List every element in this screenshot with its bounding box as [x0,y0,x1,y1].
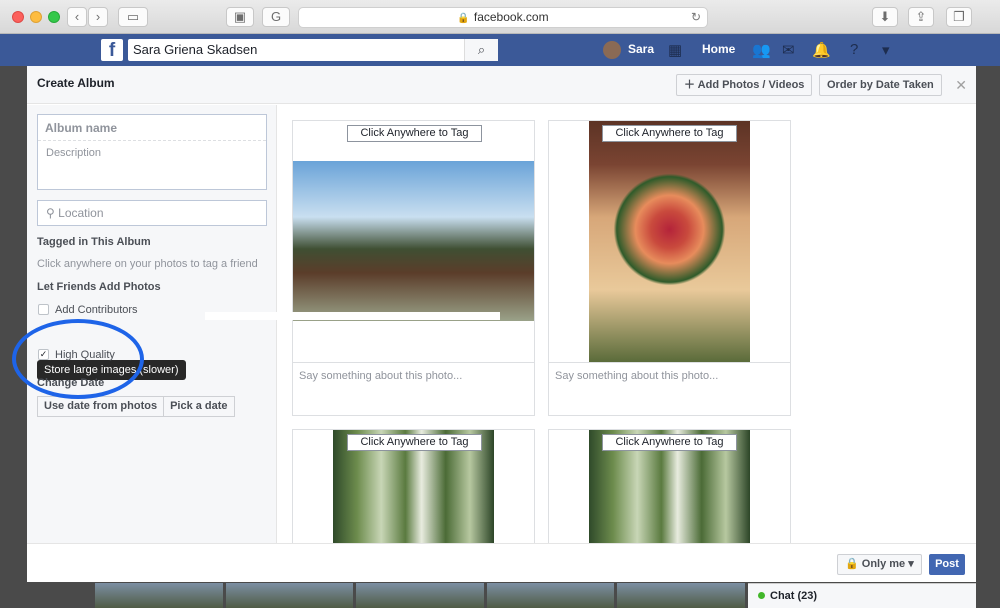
tag-button[interactable]: Click Anywhere to Tag [347,434,482,451]
chat-bar[interactable]: Chat (23) [748,583,976,608]
tag-button[interactable]: Click Anywhere to Tag [602,125,737,142]
order-by-date-button[interactable]: Order by Date Taken [819,74,942,96]
notifications-icon[interactable]: 🔔 [812,41,831,59]
post-button[interactable]: Post [929,554,965,575]
avatar[interactable] [603,41,621,59]
album-name-input[interactable]: Album name [45,121,117,135]
downloads-icon[interactable]: ⬇ [872,7,898,27]
privacy-selector[interactable]: 🔒 Only me ▾ [837,554,922,575]
account-menu-icon[interactable]: ▾ [882,41,890,59]
divider [38,140,266,141]
share-icon[interactable]: ⇪ [908,7,934,27]
forward-button[interactable]: › [88,7,108,27]
high-quality-checkbox[interactable]: ✓ [38,349,49,360]
search-icon[interactable]: ⌕ [464,39,498,61]
close-icon[interactable]: ✕ [955,77,967,94]
photo[interactable] [589,121,750,362]
browser-toolbar: ‹ › ▭ ▣ G 🔒 facebook.com ↻ ⬇ ⇪ ❐ [0,0,1000,34]
dialog-footer: 🔒 Only me ▾ Post [27,543,976,582]
plus-icon: ＋ [684,79,695,91]
facebook-header: f Sara Griena Skadsen ⌕ Sara ▦ Home 👥 ✉ … [0,34,1000,66]
friend-requests-icon[interactable]: 👥 [752,41,771,59]
profile-link[interactable]: Sara [628,42,654,56]
caption-input[interactable]: Say something about this photo... [293,362,534,414]
tagged-heading: Tagged in This Album [37,236,151,248]
friends-heading: Let Friends Add Photos [37,281,161,293]
create-icon[interactable]: ▦ [668,41,682,59]
add-photos-button[interactable]: ＋ Add Photos / Videos [676,74,813,96]
use-date-from-photos-button[interactable]: Use date from photos [37,396,165,417]
album-settings-panel: Album name Description ⚲ Location Tagged… [27,105,277,543]
photo-card: Click Anywhere to Tag Say something abou… [292,120,535,416]
tag-button[interactable]: Click Anywhere to Tag [602,434,737,451]
back-button[interactable]: ‹ [67,7,87,27]
tagged-hint: Click anywhere on your photos to tag a f… [37,258,258,270]
reload-icon[interactable]: ↻ [691,8,701,27]
dialog-title: Create Album [37,76,115,90]
window-maximize-button[interactable] [48,11,60,23]
window-close-button[interactable] [12,11,24,23]
contributors-checkbox[interactable] [38,304,49,315]
location-input[interactable]: ⚲ Location [37,200,267,226]
facebook-logo-icon[interactable]: f [101,39,123,61]
privacy-icon[interactable]: ▣ [226,7,254,27]
lock-icon: 🔒 [845,558,859,570]
home-link[interactable]: Home [702,42,735,56]
contributors-label: Add Contributors [55,304,138,316]
chevron-down-icon: ▾ [908,558,914,570]
address-bar[interactable]: 🔒 facebook.com ↻ [298,7,708,28]
url-text: facebook.com [473,10,549,24]
sidebar-toggle-icon[interactable]: ▭ [118,7,148,27]
dialog-header: Create Album ＋ Add Photos / Videos Order… [27,66,976,104]
pick-date-button[interactable]: Pick a date [164,396,235,417]
album-name-field[interactable]: Album name Description [37,114,267,190]
window-minimize-button[interactable] [30,11,42,23]
online-status-icon [758,592,765,599]
background-photo-strip [95,583,745,608]
help-icon[interactable]: ? [850,41,858,58]
photo-grid: Click Anywhere to Tag Say something abou… [277,105,976,543]
messenger-icon[interactable]: ✉ [782,41,795,59]
caption-input[interactable]: Say something about this photo... [549,362,790,414]
photo[interactable] [293,161,534,321]
photo-card: Click Anywhere to Tag [548,429,791,543]
overlay-strip [205,312,500,320]
high-quality-label: High Quality [55,349,115,361]
description-input[interactable]: Description [46,147,101,159]
extension-icon[interactable]: G [262,7,290,27]
tabs-icon[interactable]: ❐ [946,7,972,27]
date-button-group: Use date from photos Pick a date [37,396,235,417]
create-album-dialog: Create Album ＋ Add Photos / Videos Order… [12,66,976,582]
photo-card: Click Anywhere to Tag [292,429,535,543]
location-pin-icon: ⚲ [46,206,55,220]
search-input[interactable]: Sara Griena Skadsen [128,39,498,61]
change-date-heading: Change Date [37,377,105,389]
photo-card: Click Anywhere to Tag Say something abou… [548,120,791,416]
chat-label: Chat (23) [770,590,818,602]
tag-button[interactable]: Click Anywhere to Tag [347,125,482,142]
lock-icon: 🔒 [457,13,470,24]
